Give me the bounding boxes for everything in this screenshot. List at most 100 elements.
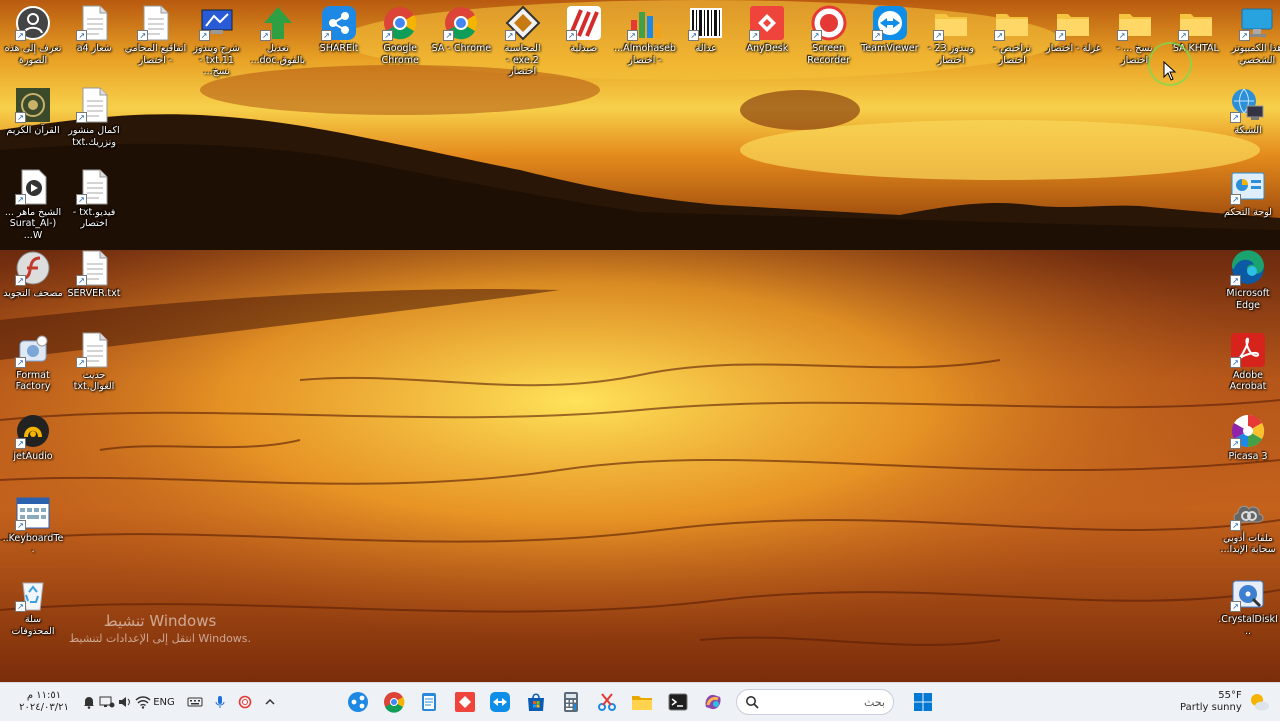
desktop-icon-top-15[interactable]: ↗ ويندوز 23 - اختصار xyxy=(920,2,982,66)
desktop-icon-label: TeamViewer xyxy=(861,43,919,54)
notepad-icon xyxy=(422,693,436,711)
desktop-icon-right-2[interactable]: ↗ Microsoft Edge xyxy=(1217,247,1279,311)
desktop-icon-top-1[interactable]: ↗ شعار a4 xyxy=(63,2,125,55)
desktop-icon-right-4[interactable]: ↗ Picasa 3 xyxy=(1217,410,1279,463)
shareit-icon[interactable] xyxy=(343,683,373,721)
keyboard-icon[interactable] xyxy=(184,683,206,721)
store-icon[interactable] xyxy=(521,683,551,721)
desktop-icon-label: تعديل بالفوق.doc... xyxy=(250,43,306,66)
desktop-icon-top-14[interactable]: ↗ TeamViewer xyxy=(859,2,921,55)
notepad-icon[interactable] xyxy=(414,683,444,721)
anydesk-icon xyxy=(454,692,475,712)
windows-logo-icon xyxy=(914,693,932,711)
shortcut-arrow-icon: ↗ xyxy=(1230,601,1241,612)
record-tray-icon[interactable] xyxy=(234,683,256,721)
green-arrow-icon: ↗ xyxy=(259,4,297,42)
teamviewer-icon: ↗ xyxy=(871,4,909,42)
desktop-icon-top-6[interactable]: ↗ Google Chrome xyxy=(369,2,431,66)
desktop-icon-left1-5[interactable]: ↗ KeyboardTe... xyxy=(2,492,64,556)
desktop-icon-label: سلة المحذوفات xyxy=(11,614,55,637)
start-button[interactable] xyxy=(910,683,936,721)
desktop-icon-top-11[interactable]: ↗ عدالة xyxy=(675,2,737,55)
desktop-icon-left1-4[interactable]: ↗ jetAudio xyxy=(2,410,64,463)
chrome-profile-icon[interactable] xyxy=(379,683,409,721)
network-tray-icon[interactable] xyxy=(98,683,116,721)
desktop-icon-top-12[interactable]: ↗ AnyDesk xyxy=(736,2,798,55)
network-icon: ↗ xyxy=(1229,86,1267,124)
desktop-icon-top-17[interactable]: ↗ غزلة - اختصار xyxy=(1042,2,1104,55)
desktop-icon-top-5[interactable]: ↗ SHAREit xyxy=(308,2,370,55)
desktop-icon-right-6[interactable]: ↗ CrystalDiskI... xyxy=(1217,573,1279,637)
desktop-icon-right-5[interactable]: ↗ ملفات أدوبي سحابة الإبدا... xyxy=(1217,492,1279,556)
acrobat-icon: ↗ xyxy=(1229,331,1267,369)
desktop-icon-left2-1[interactable]: ↗ فيديو.txt - اختصار xyxy=(63,166,125,230)
desktop-icon-left1-6[interactable]: ↗ سلة المحذوفات xyxy=(2,573,64,637)
mic-icon[interactable] xyxy=(209,683,231,721)
network-tray-icon xyxy=(99,696,115,708)
desktop-icon-label: SA - Chrome xyxy=(431,43,492,54)
desktop-icon-left1-3[interactable]: ↗ Format Factory xyxy=(2,329,64,393)
desktop-icon-left2-3[interactable]: ↗ حديث الغوال.txt xyxy=(63,329,125,393)
desktop-icon-left2-0[interactable]: ↗ اكمال منشور ونزريك.txt xyxy=(63,84,125,148)
desktop-icon-left1-2[interactable]: ↗ مصحف التجويد xyxy=(2,247,64,300)
desktop-icon-label: القرآن الكريم xyxy=(6,125,60,136)
desktop-icon-top-7[interactable]: ↗ SA - Chrome xyxy=(430,2,492,55)
desktop-icon-top-8[interactable]: ↗ المحاسبة 2.exe - اختصار xyxy=(492,2,554,78)
desktop-icon-top-10[interactable]: ↗ Almohaseb... - اختصار xyxy=(614,2,676,66)
shortcut-arrow-icon: ↗ xyxy=(1239,30,1250,41)
wifi-icon[interactable] xyxy=(134,683,152,721)
file-explorer-icon[interactable] xyxy=(627,683,657,721)
snipping-icon xyxy=(597,693,616,711)
desktop-icon-top-9[interactable]: ↗ صيدلية xyxy=(553,2,615,55)
flash-icon: ↗ xyxy=(14,249,52,287)
desktop-icon-label: jetAudio xyxy=(13,451,53,462)
teamviewer-icon xyxy=(490,692,510,712)
desktop-icon-top-3[interactable]: ↗ شرح ويندوز 11.txt - نسخ... xyxy=(186,2,248,78)
volume-icon[interactable] xyxy=(116,683,134,721)
calculator-icon[interactable] xyxy=(556,683,586,721)
desktop-icon-label: Screen Recorder xyxy=(807,43,850,66)
chrome-icon: ↗ xyxy=(381,4,419,42)
desktop-icon-right-0[interactable]: ↗ الشبكة xyxy=(1217,84,1279,137)
desktop-icon-label: صيدلية xyxy=(570,43,598,54)
folder-icon: ↗ xyxy=(1116,4,1154,42)
notification-icon[interactable] xyxy=(80,683,98,721)
image-file-icon: ↗ xyxy=(75,4,113,42)
almohaseb-icon: ↗ xyxy=(626,4,664,42)
desktop-icon-top-0[interactable]: ↗ تعرف إلى هذه الصورة xyxy=(2,2,64,66)
desktop-icon-left2-2[interactable]: ↗ SERVER.txt xyxy=(63,247,125,300)
weather-widget[interactable]: 55°F Partly sunny xyxy=(1180,683,1276,721)
clock-date: ٢٠٢٤/٠٣/٢١ xyxy=(19,702,69,713)
desktop-icon-top-2[interactable]: ↗ اتفاقيع المحامي - اختصار xyxy=(124,2,186,66)
partly-sunny-icon xyxy=(1250,694,1269,711)
desktop-icon-top-20[interactable]: ↗ هذا الكمبيوتر الشخصي xyxy=(1226,2,1280,66)
file-explorer-icon xyxy=(632,696,652,710)
snipping-icon[interactable] xyxy=(592,683,622,721)
desktop-icon-top-4[interactable]: ↗ تعديل بالفوق.doc... xyxy=(247,2,309,66)
wifi-icon xyxy=(135,696,151,709)
recycle-bin-icon: ↗ xyxy=(14,575,52,613)
desktop-icon-label: Almohaseb... - اختصار xyxy=(614,43,676,66)
desktop-icon-top-16[interactable]: ↗ تراخيص - اختصار xyxy=(981,2,1043,66)
teamviewer-icon[interactable] xyxy=(485,683,515,721)
diamond-app-icon: ↗ xyxy=(504,4,542,42)
desktop-icon-right-3[interactable]: ↗ Adobe Acrobat xyxy=(1217,329,1279,393)
desktop-icon-label: حديث الغوال.txt xyxy=(73,369,115,393)
shortcut-arrow-icon: ↗ xyxy=(382,30,394,41)
desktop-icon-label: Microsoft Edge xyxy=(1226,288,1270,311)
desktop-icon-left1-0[interactable]: ↗ القرآن الكريم xyxy=(2,84,64,137)
anydesk-icon[interactable] xyxy=(450,683,480,721)
desktop-icon-right-1[interactable]: ↗ لوحة التحكم xyxy=(1217,166,1279,219)
terminal-icon[interactable] xyxy=(663,683,693,721)
clock[interactable]: ١١:٥١ م ٢٠٢٤/٠٣/٢١ xyxy=(14,683,74,721)
desktop-icon-top-13[interactable]: ↗ Screen Recorder xyxy=(798,2,860,66)
language-indicator[interactable]: ENG xyxy=(150,683,178,721)
camera-icon: ↗ xyxy=(14,4,52,42)
copilot-icon[interactable] xyxy=(698,683,728,721)
taskbar-search[interactable]: بحث xyxy=(730,683,900,721)
creative-cloud-icon: ↗ xyxy=(1229,494,1267,532)
desktop-icon-left1-1[interactable]: ↗ الشيخ ماهر ... (Surat_Al-W... xyxy=(2,166,64,242)
shortcut-arrow-icon: ↗ xyxy=(76,275,87,286)
chevron-up-icon[interactable] xyxy=(259,683,281,721)
desktop[interactable]: ↗ تعرف إلى هذه الصورة ↗ شعار a4 ↗ اتفاقيع الم… xyxy=(0,0,1280,682)
